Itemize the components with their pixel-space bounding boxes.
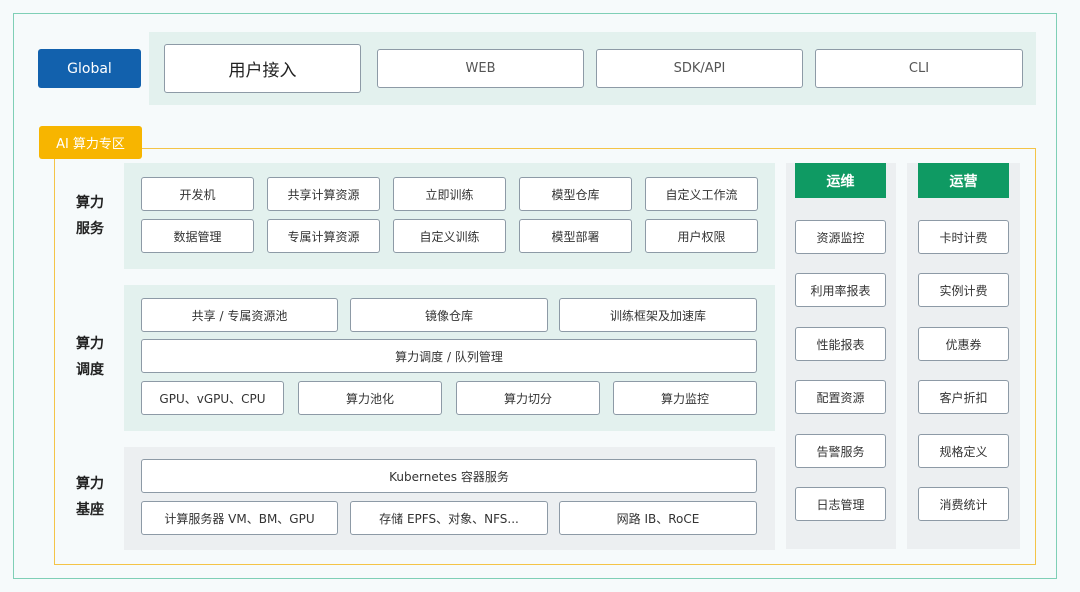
base-label: 算力 基座 [70,471,110,523]
service-label-line1: 算力 [76,195,104,211]
compute-server-box: 计算服务器 VM、BM、GPU [141,501,338,535]
service-item: 模型部署 [519,219,632,253]
service-item: 用户权限 [645,219,758,253]
schedule-item: 算力池化 [298,381,442,415]
ops-item: 配置资源 [795,380,886,414]
schedule-label-line2: 调度 [76,362,104,378]
service-item: 数据管理 [141,219,254,253]
operation-header: 运营 [918,163,1009,198]
service-item: 立即训练 [393,177,506,211]
service-item: 自定义训练 [393,219,506,253]
sdk-api-box: SDK/API [596,49,803,88]
ops-item: 告警服务 [795,434,886,468]
schedule-label: 算力 调度 [70,331,110,383]
queue-management-box: 算力调度 / 队列管理 [141,339,757,373]
operation-item: 优惠券 [918,327,1009,361]
operation-item: 消费统计 [918,487,1009,521]
operation-item: 规格定义 [918,434,1009,468]
ops-item: 日志管理 [795,487,886,521]
service-label-line2: 服务 [76,221,104,237]
ai-zone-badge: AI 算力专区 [39,126,142,159]
service-item: 开发机 [141,177,254,211]
network-box: 网路 IB、RoCE [559,501,757,535]
cli-box: CLI [815,49,1023,88]
user-access-box: 用户接入 [164,44,361,93]
schedule-label-line1: 算力 [76,336,104,352]
ops-item: 利用率报表 [795,273,886,307]
service-item: 专属计算资源 [267,219,380,253]
service-label: 算力 服务 [70,190,110,242]
kubernetes-box: Kubernetes 容器服务 [141,459,757,493]
schedule-item: 算力切分 [456,381,600,415]
storage-box: 存储 EPFS、对象、NFS... [350,501,548,535]
service-item: 自定义工作流 [645,177,758,211]
resource-pool-box: 共享 / 专属资源池 [141,298,338,332]
base-label-line2: 基座 [76,502,104,518]
operation-item: 卡时计费 [918,220,1009,254]
ops-item: 资源监控 [795,220,886,254]
web-box: WEB [377,49,584,88]
framework-box: 训练框架及加速库 [559,298,757,332]
mirror-repo-box: 镜像仓库 [350,298,548,332]
schedule-item: 算力监控 [613,381,757,415]
service-item: 模型仓库 [519,177,632,211]
base-label-line1: 算力 [76,476,104,492]
schedule-item: GPU、vGPU、CPU [141,381,284,415]
operation-item: 实例计费 [918,273,1009,307]
ops-item: 性能报表 [795,327,886,361]
ops-header: 运维 [795,163,886,198]
service-item: 共享计算资源 [267,177,380,211]
global-badge: Global [38,49,141,88]
operation-item: 客户折扣 [918,380,1009,414]
